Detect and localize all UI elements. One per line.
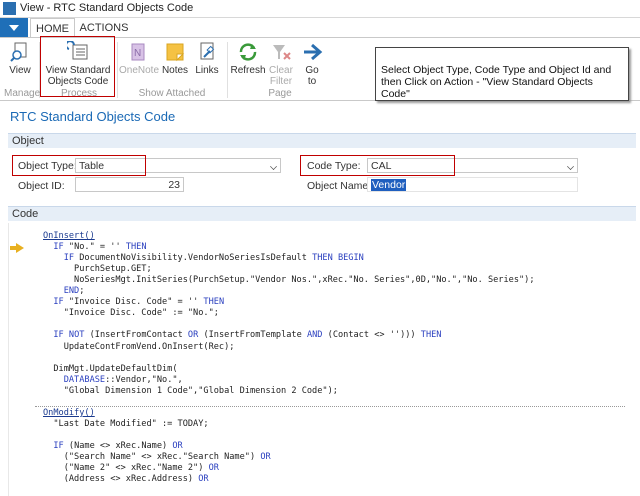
object-name-value: Vendor [371, 179, 407, 191]
chevron-down-icon [567, 163, 574, 170]
object-id-field[interactable]: 23 [75, 177, 184, 192]
code-line: OnInsert() [43, 231, 95, 241]
code-line: IF NOT (InsertFromContact OR (InsertFrom… [53, 330, 442, 341]
go-to-label-2: to [307, 76, 317, 87]
tab-actions[interactable]: ACTIONS [78, 18, 130, 38]
code-line: NoSeriesMgt.InitSeries(PurchSetup."Vendo… [43, 275, 535, 286]
links-icon [200, 42, 215, 60]
code-line: (Address <> xRec.Address) OR [43, 474, 209, 485]
tab-home[interactable]: HOME [30, 18, 75, 38]
chevron-down-icon [270, 163, 277, 170]
object-type-highlight-box [12, 155, 146, 176]
group-label-page: Page [268, 88, 292, 99]
view-button[interactable]: View [4, 38, 36, 76]
code-line: OnModify() [43, 407, 95, 418]
code-type-highlight-box [300, 155, 455, 176]
group-label-show-attached: Show Attached [138, 88, 206, 99]
group-label-manage: Manage [4, 88, 41, 99]
app-logo-icon [3, 2, 16, 15]
svg-text:N: N [134, 48, 141, 59]
object-name-label: Object Name: [307, 180, 372, 192]
view-icon [10, 42, 27, 62]
page-title: RTC Standard Objects Code [10, 109, 176, 124]
code-viewer[interactable]: OnInsert() IF "No." = '' THEN IF Documen… [8, 223, 636, 496]
group-separator [227, 42, 228, 98]
go-to-label-1: Go [305, 65, 319, 76]
code-line: "Invoice Disc. Code" := "No."; [43, 308, 219, 319]
trigger-divider [35, 405, 625, 407]
view-label: View [9, 65, 31, 76]
code-line: IF "Invoice Disc. Code" = '' THEN [53, 297, 225, 308]
code-line: ("Search Name" <> xRec."Search Name") OR [43, 452, 271, 462]
refresh-icon [239, 43, 257, 61]
window-title: View - RTC Standard Objects Code [20, 2, 194, 14]
ribbon-tabs: HOME ACTIONS [0, 18, 640, 38]
code-line: DimMgt.UpdateDefaultDim( [43, 363, 178, 374]
code-line: DATABASE::Vendor,"No.", [63, 374, 183, 385]
clear-filter-icon [273, 45, 291, 60]
links-label: Links [195, 65, 219, 76]
notes-icon [166, 43, 185, 62]
onenote-button[interactable]: N OneNote [119, 38, 159, 76]
code-line: UpdateContFromVend.OnInsert(Rec); [43, 341, 235, 352]
go-to-button[interactable]: Go to [298, 38, 326, 87]
onenote-label: OneNote [119, 65, 160, 76]
refresh-button[interactable]: Refresh [230, 38, 266, 76]
object-id-label: Object ID: [18, 180, 65, 192]
object-section-header[interactable]: Object [8, 133, 636, 148]
title-bar: View - RTC Standard Objects Code [0, 0, 640, 18]
clear-filter-label-1: Clear [269, 65, 293, 76]
app-menu-button[interactable] [0, 18, 28, 38]
code-line: "Last Date Modified" := TODAY; [43, 418, 209, 429]
code-line: PurchSetup.GET; [43, 264, 152, 275]
onenote-icon: N [131, 43, 145, 61]
group-separator [117, 42, 118, 98]
code-line: IF DocumentNoVisibility.VendorNoSeriesIs… [63, 253, 364, 264]
instruction-callout: Select Object Type, Code Type and Object… [375, 47, 629, 101]
notes-label: Notes [161, 65, 189, 76]
notes-button[interactable]: Notes [160, 38, 190, 76]
refresh-label: Refresh [230, 65, 266, 76]
current-line-arrow-icon [10, 243, 24, 253]
links-button[interactable]: Links [192, 38, 222, 76]
object-name-field[interactable]: Vendor [367, 177, 578, 192]
arrow-right-icon [304, 43, 323, 61]
clear-filter-label-2: Filter [269, 76, 293, 87]
clear-filter-button[interactable]: Clear Filter [266, 38, 296, 87]
code-line: IF (Name <> xRec.Name) OR [53, 440, 183, 451]
process-highlight-box [40, 36, 115, 97]
code-line: END; [63, 286, 85, 297]
code-line: "Global Dimension 1 Code","Global Dimens… [43, 385, 338, 396]
code-line: IF "No." = '' THEN [53, 242, 147, 253]
code-section-header[interactable]: Code [8, 206, 636, 221]
code-line: ("Name 2" <> xRec."Name 2") OR [43, 463, 219, 474]
